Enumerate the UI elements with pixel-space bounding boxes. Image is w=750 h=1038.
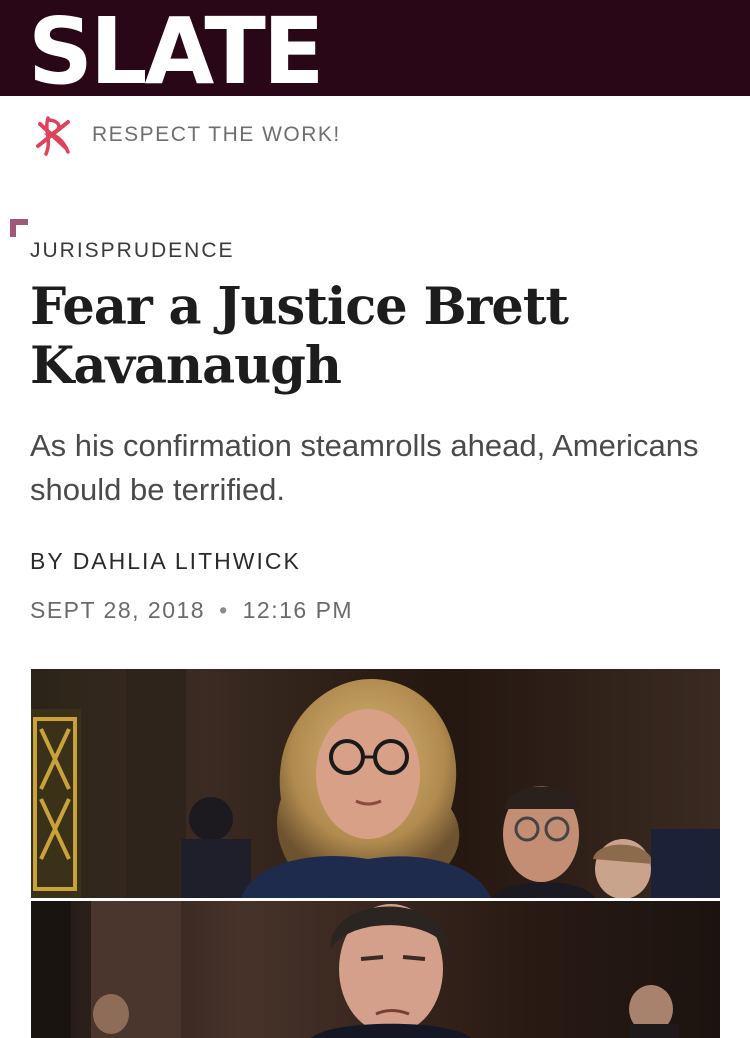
article-headline: Fear a Justice Brett Kavanaugh <box>30 277 569 396</box>
publish-date: SEPT 28, 2018 <box>30 597 206 623</box>
promo-text: RESPECT THE WORK! <box>92 123 341 146</box>
byline-prefix: BY <box>30 548 65 574</box>
masthead: SLATE <box>0 0 750 96</box>
dateline-separator: • <box>219 597 229 623</box>
hero-image <box>31 669 720 1038</box>
byline: BY DAHLIA LITHWICK <box>30 548 301 575</box>
promo-banner[interactable]: RESPECT THE WORK! <box>30 112 341 158</box>
slate-logo[interactable]: SLATE <box>28 6 324 97</box>
dateline: SEPT 28, 2018 • 12:16 PM <box>30 597 353 624</box>
section-label[interactable]: JURISPRUDENCE <box>30 239 235 263</box>
hero-photo-collage <box>31 669 720 1038</box>
corner-mark-icon <box>10 219 28 237</box>
publish-time: 12:16 PM <box>242 597 354 623</box>
slate-plus-icon <box>36 116 70 156</box>
article-dek: As his confirmation steamrolls ahead, Am… <box>30 428 699 507</box>
author-link[interactable]: DAHLIA LITHWICK <box>73 548 301 574</box>
